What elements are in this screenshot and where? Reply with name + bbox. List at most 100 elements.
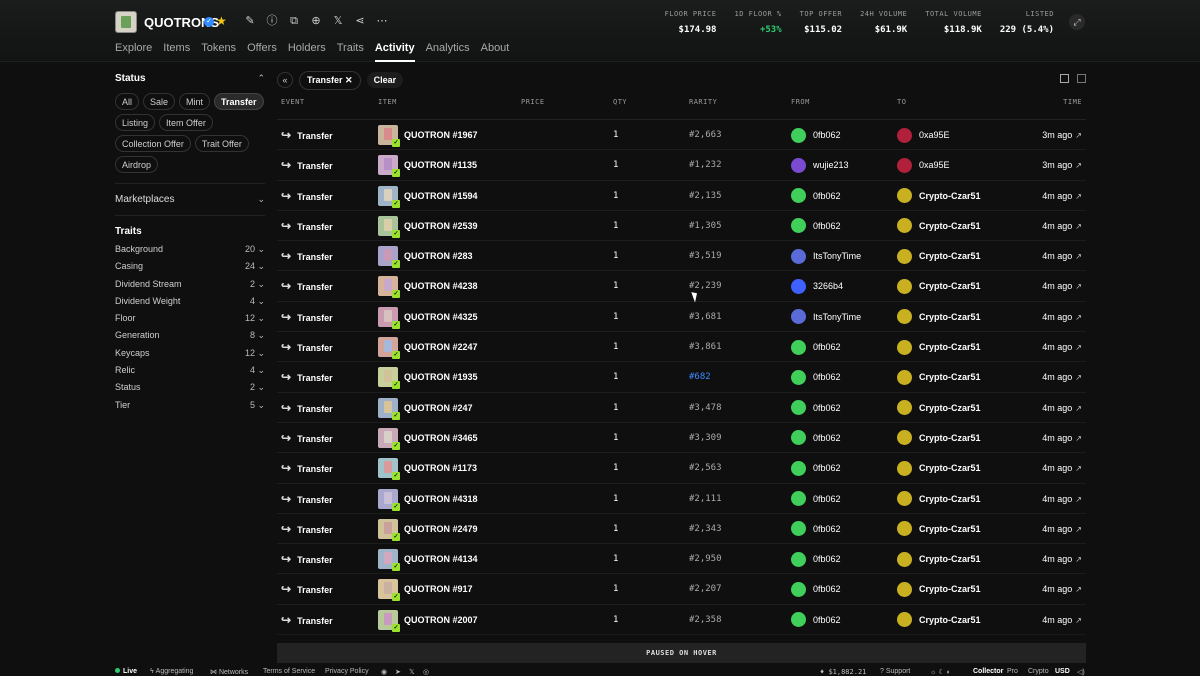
- time-cell[interactable]: 4m ago ↗: [1042, 181, 1082, 211]
- currency-toggle[interactable]: USD: [1055, 668, 1070, 675]
- avatar[interactable]: [897, 491, 912, 507]
- col-from[interactable]: FROM: [791, 98, 810, 106]
- item-thumbnail[interactable]: ✓: [378, 337, 400, 360]
- to-address[interactable]: Crypto-Czar51: [919, 514, 981, 544]
- item-name[interactable]: QUOTRON #2007: [404, 605, 478, 635]
- external-link-icon[interactable]: ↗: [1075, 434, 1082, 443]
- trait-generation[interactable]: Generation 8 ⌄: [115, 327, 265, 344]
- to-address[interactable]: 0xa95E: [919, 150, 950, 180]
- privacy-link[interactable]: Privacy Policy: [325, 668, 369, 675]
- to-cell[interactable]: Crypto-Czar51: [897, 211, 981, 241]
- item-name[interactable]: QUOTRON #4325: [404, 302, 478, 332]
- table-row[interactable]: ↪ Transfer ✓ QUOTRON #2007 1 #2,358 0fb062 Cryp…: [277, 605, 1086, 636]
- item-name[interactable]: QUOTRON #4318: [404, 484, 478, 514]
- telegram-icon[interactable]: ➤: [395, 668, 401, 676]
- to-address[interactable]: Crypto-Czar51: [919, 332, 981, 362]
- pro-mode[interactable]: Pro: [1007, 668, 1018, 675]
- trait-tier[interactable]: Tier 5 ⌄: [115, 397, 265, 414]
- item-thumbnail[interactable]: ✓: [378, 215, 400, 238]
- to-cell[interactable]: Crypto-Czar51: [897, 514, 981, 544]
- to-cell[interactable]: 0xa95E: [897, 150, 950, 180]
- item-thumbnail[interactable]: ✓: [378, 276, 400, 299]
- from-address[interactable]: ItsTonyTime: [813, 241, 861, 271]
- from-address[interactable]: 0fb062: [813, 423, 841, 453]
- close-icon[interactable]: ✕: [345, 75, 353, 85]
- col-qty[interactable]: QTY: [613, 98, 627, 106]
- from-cell[interactable]: 0fb062: [791, 423, 841, 453]
- share-icon[interactable]: ⋖: [354, 15, 366, 28]
- item-thumbnail[interactable]: ✓: [378, 458, 400, 481]
- to-cell[interactable]: 0xa95E: [897, 120, 950, 150]
- avatar[interactable]: [791, 612, 806, 628]
- from-cell[interactable]: 0fb062: [791, 211, 841, 241]
- globe-icon[interactable]: ⊕: [310, 15, 322, 28]
- from-address[interactable]: ItsTonyTime: [813, 302, 861, 332]
- time-cell[interactable]: 4m ago ↗: [1042, 453, 1082, 483]
- from-cell[interactable]: ItsTonyTime: [791, 302, 861, 332]
- item-thumbnail[interactable]: ✓: [378, 427, 400, 450]
- col-rarity[interactable]: RARITY: [689, 98, 717, 106]
- external-link-icon[interactable]: ↗: [1075, 404, 1082, 413]
- collector-mode[interactable]: Collector: [973, 668, 1003, 675]
- time-cell[interactable]: 3m ago ↗: [1042, 120, 1082, 150]
- to-address[interactable]: Crypto-Czar51: [919, 181, 981, 211]
- volume-icon[interactable]: ◁): [1077, 668, 1085, 676]
- item-name[interactable]: QUOTRON #2247: [404, 332, 478, 362]
- time-cell[interactable]: 4m ago ↗: [1042, 514, 1082, 544]
- item-cell[interactable]: ✓ QUOTRON #283: [378, 241, 473, 271]
- time-cell[interactable]: 4m ago ↗: [1042, 544, 1082, 574]
- to-cell[interactable]: Crypto-Czar51: [897, 302, 981, 332]
- avatar[interactable]: [791, 369, 806, 385]
- avatar[interactable]: [791, 521, 806, 537]
- avatar[interactable]: [897, 581, 912, 597]
- table-row[interactable]: ↪ Transfer ✓ QUOTRON #1135 1 #1,232 wujie213 0x…: [277, 150, 1086, 181]
- active-filter-pill[interactable]: Transfer ✕: [299, 70, 361, 90]
- tab-analytics[interactable]: Analytics: [426, 42, 470, 62]
- avatar[interactable]: [791, 460, 806, 476]
- chip-item-offer[interactable]: Item Offer: [159, 114, 213, 131]
- from-address[interactable]: 0fb062: [813, 484, 841, 514]
- item-cell[interactable]: ✓ QUOTRON #4325: [378, 302, 478, 332]
- to-address[interactable]: Crypto-Czar51: [919, 362, 981, 392]
- more-icon[interactable]: ⋯: [376, 15, 388, 28]
- from-address[interactable]: 0fb062: [813, 514, 841, 544]
- item-thumbnail[interactable]: ✓: [378, 306, 400, 329]
- external-link-icon[interactable]: ↗: [1075, 343, 1082, 352]
- clear-button[interactable]: Clear: [366, 72, 404, 88]
- avatar[interactable]: [791, 339, 806, 355]
- info-icon[interactable]: ⓘ: [266, 15, 278, 28]
- to-address[interactable]: Crypto-Czar51: [919, 484, 981, 514]
- tab-activity[interactable]: Activity: [374, 42, 415, 62]
- avatar[interactable]: [791, 157, 806, 173]
- item-cell[interactable]: ✓ QUOTRON #1135: [378, 150, 477, 180]
- item-name[interactable]: QUOTRON #1935: [404, 362, 478, 392]
- support-link[interactable]: ? Support: [880, 668, 910, 675]
- from-address[interactable]: 0fb062: [813, 574, 841, 604]
- copy-icon[interactable]: ⧉: [288, 15, 300, 28]
- from-cell[interactable]: 0fb062: [791, 393, 841, 423]
- item-thumbnail[interactable]: ✓: [378, 397, 400, 420]
- avatar[interactable]: [791, 430, 806, 446]
- from-cell[interactable]: 0fb062: [791, 332, 841, 362]
- external-link-icon[interactable]: ↗: [1075, 495, 1082, 504]
- table-row[interactable]: ↪ Transfer ✓ QUOTRON #4134 1 #2,950 0fb062 Cryp…: [277, 544, 1086, 575]
- avatar[interactable]: [791, 581, 806, 597]
- item-name[interactable]: QUOTRON #3465: [404, 423, 478, 453]
- from-address[interactable]: wujie213: [813, 150, 849, 180]
- trait-floor[interactable]: Floor 12 ⌄: [115, 310, 265, 327]
- tab-about[interactable]: About: [481, 42, 510, 62]
- to-address[interactable]: Crypto-Czar51: [919, 574, 981, 604]
- trait-background[interactable]: Background 20 ⌄: [115, 241, 265, 258]
- chip-mint[interactable]: Mint: [179, 93, 211, 110]
- external-link-icon[interactable]: ↗: [1075, 555, 1082, 564]
- item-cell[interactable]: ✓ QUOTRON #917: [378, 574, 473, 604]
- from-address[interactable]: 0fb062: [813, 362, 841, 392]
- avatar[interactable]: [791, 188, 806, 204]
- item-name[interactable]: QUOTRON #1173: [404, 453, 477, 483]
- to-cell[interactable]: Crypto-Czar51: [897, 574, 981, 604]
- tab-offers[interactable]: Offers: [247, 42, 277, 62]
- external-link-icon[interactable]: ↗: [1075, 313, 1082, 322]
- to-cell[interactable]: Crypto-Czar51: [897, 181, 981, 211]
- item-thumbnail[interactable]: ✓: [378, 518, 400, 541]
- avatar[interactable]: [897, 127, 912, 143]
